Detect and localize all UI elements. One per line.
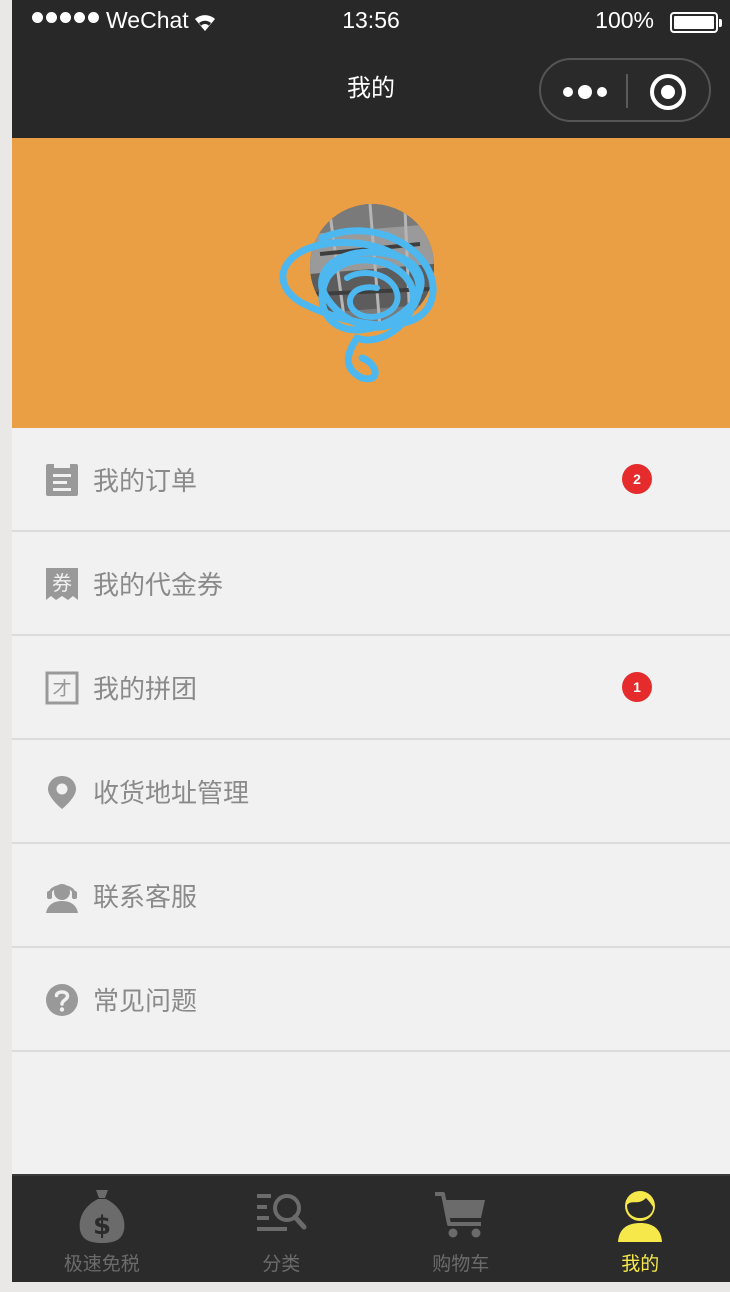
shopping-cart-icon: [434, 1192, 485, 1238]
menu-item-address[interactable]: 收货地址管理: [12, 740, 730, 844]
menu-item-label: 常见问题: [93, 987, 198, 1017]
user-profile-icon: [618, 1191, 663, 1242]
tab-duty-free[interactable]: $ 极速免税: [12, 1176, 192, 1282]
battery-icon: [670, 12, 722, 33]
phone-screen: WeChat 13:56 100% 我的 我的订单 2 券 我的代金券 才 我的…: [12, 0, 730, 1282]
tab-category[interactable]: 分类: [192, 1176, 372, 1282]
profile-banner: [12, 138, 730, 428]
order-count-badge: 2: [622, 464, 652, 494]
menu-item-vouchers[interactable]: 券 我的代金券: [12, 532, 730, 636]
category-search-icon: [257, 1194, 307, 1231]
menu-item-label: 我的拼团: [93, 675, 198, 705]
tab-label: 分类: [262, 1253, 301, 1275]
menu-item-customer-service[interactable]: 联系客服: [12, 844, 730, 948]
scribble-overlay: [279, 227, 437, 383]
menu-item-label: 我的订单: [93, 467, 198, 497]
menu-item-label: 我的代金券: [93, 571, 224, 601]
svg-text:券: 券: [52, 571, 72, 595]
tab-label: 极速免税: [63, 1253, 140, 1275]
svg-text:才: 才: [52, 678, 71, 700]
menu-item-label: 收货地址管理: [93, 779, 250, 809]
tab-label: 我的: [621, 1253, 660, 1275]
menu-item-orders[interactable]: 我的订单 2: [12, 428, 730, 532]
more-options-icon[interactable]: [563, 82, 607, 102]
menu-item-faq[interactable]: 常见问题: [12, 948, 730, 1052]
group-buy-icon: 才: [45, 671, 79, 705]
order-list-icon: [46, 464, 78, 496]
menu-item-label: 联系客服: [93, 883, 198, 913]
battery-percent: 100%: [595, 7, 654, 33]
mini-program-capsule: [539, 58, 711, 122]
menu-list: 我的订单 2 券 我的代金券 才 我的拼团 1 收货地址管理 联系客服 常见问题: [12, 428, 730, 1052]
close-mini-program-icon[interactable]: [650, 74, 686, 110]
navigation-bar: 我的: [12, 44, 730, 138]
tab-bar: $ 极速免税 分类 购物车 我的: [12, 1174, 730, 1282]
tab-cart[interactable]: 购物车: [371, 1176, 551, 1282]
voucher-icon: 券: [46, 568, 78, 600]
tab-label: 购物车: [432, 1253, 490, 1275]
capsule-divider: [626, 74, 628, 108]
group-buy-count-badge: 1: [622, 672, 652, 702]
question-icon: [46, 984, 78, 1016]
svg-text:$: $: [93, 1211, 111, 1241]
customer-service-icon: [46, 884, 78, 913]
status-bar: WeChat 13:56 100%: [12, 0, 730, 44]
tab-mine[interactable]: 我的: [551, 1176, 730, 1282]
location-pin-icon: [48, 776, 76, 809]
money-bag-icon: $: [79, 1190, 125, 1243]
menu-item-group-buy[interactable]: 才 我的拼团 1: [12, 636, 730, 740]
